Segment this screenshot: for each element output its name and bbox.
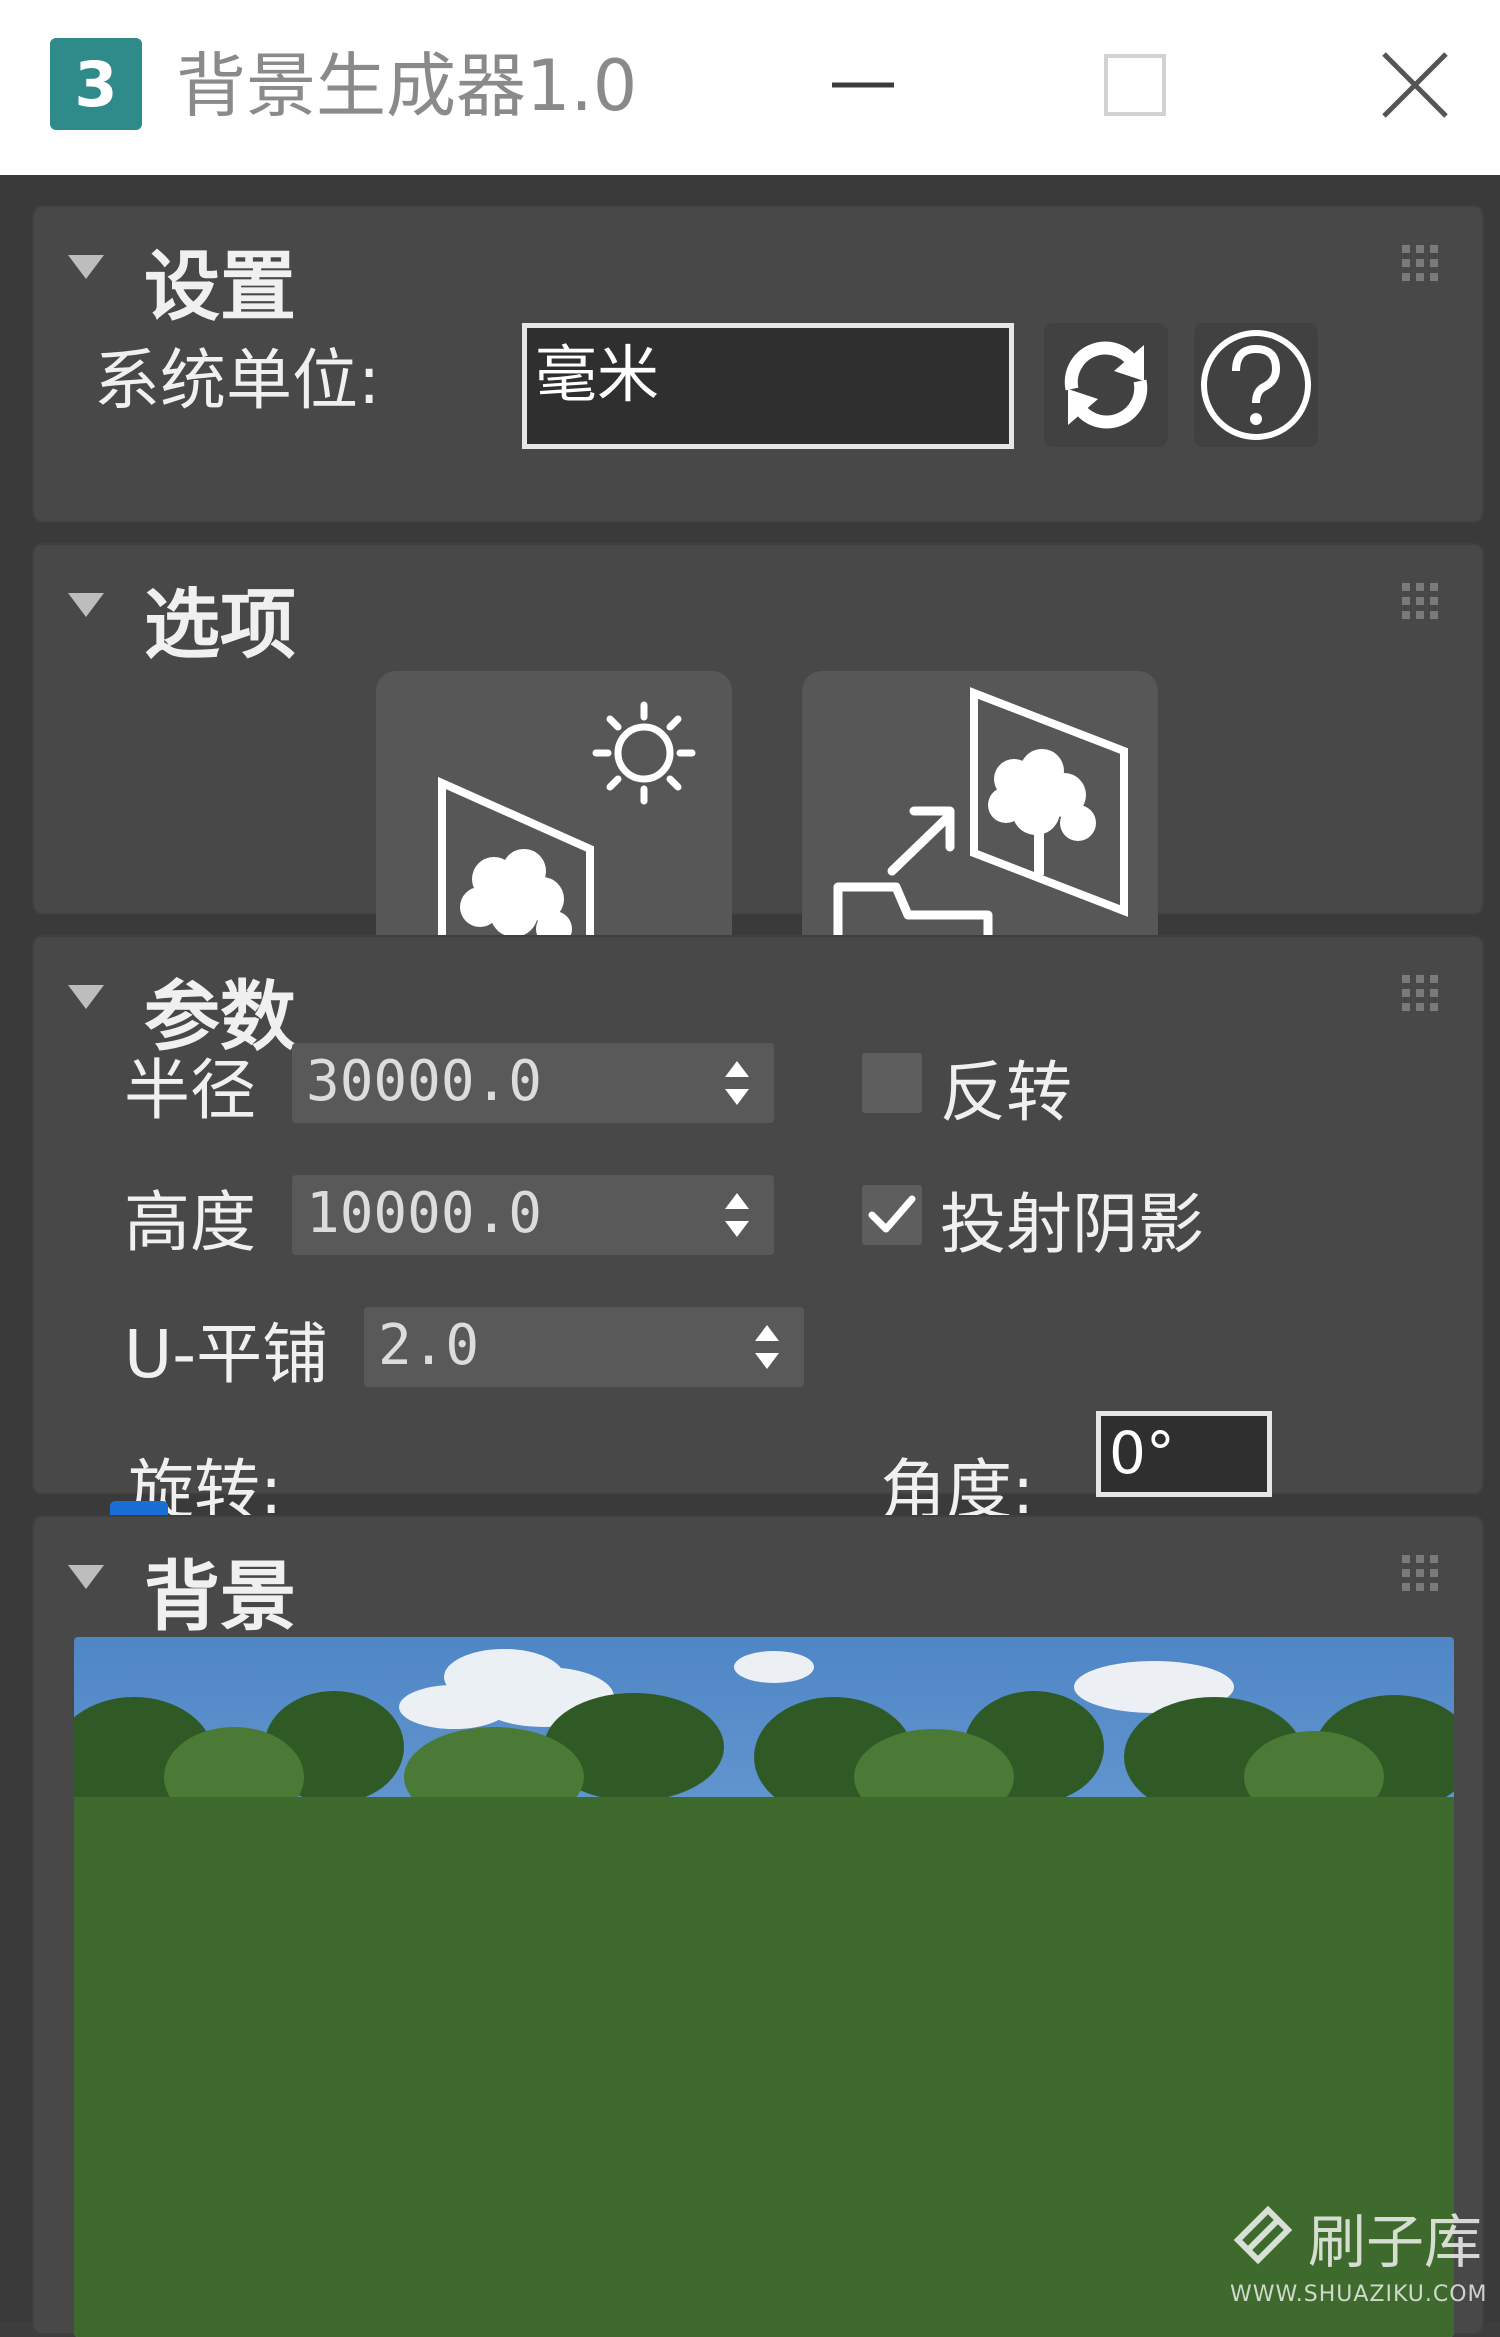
- help-icon: [1201, 330, 1311, 440]
- window-title: 背景生成器1.0: [176, 45, 638, 127]
- minimize-icon: [832, 82, 894, 88]
- u-tile-value: 2.0: [378, 1313, 480, 1378]
- spinner-arrows-icon[interactable]: [722, 1055, 752, 1111]
- collapse-arrow-icon: [68, 593, 104, 617]
- background-rollout-header[interactable]: 背景: [34, 1517, 1482, 1641]
- flip-checkbox[interactable]: [862, 1053, 922, 1113]
- options-rollout-header[interactable]: 选项: [34, 545, 1482, 669]
- watermark-url: WWW.SHUAZIKU.COM: [1230, 2282, 1488, 2307]
- u-tile-label: U-平铺: [124, 1316, 329, 1393]
- height-label: 高度: [124, 1184, 256, 1261]
- title-bar: 3 背景生成器1.0: [0, 0, 1500, 175]
- drag-grip-icon[interactable]: [1400, 581, 1440, 621]
- height-value: 10000.0: [306, 1181, 543, 1246]
- unit-label: 系统单位:: [94, 342, 381, 419]
- minimize-button[interactable]: [818, 40, 908, 130]
- maximize-button[interactable]: [1090, 40, 1180, 130]
- collapse-arrow-icon: [68, 1565, 104, 1589]
- settings-rollout: 设置 系统单位: 毫米: [32, 205, 1484, 523]
- help-button[interactable]: [1194, 323, 1318, 447]
- drag-grip-icon[interactable]: [1400, 243, 1440, 283]
- collapse-arrow-icon: [68, 255, 104, 279]
- spinner-arrows-icon[interactable]: [752, 1319, 782, 1375]
- radius-value: 30000.0: [306, 1049, 543, 1114]
- angle-field[interactable]: 0°: [1096, 1411, 1272, 1497]
- background-title: 背景: [144, 1552, 296, 1641]
- watermark-brand: 刷子库: [1308, 2208, 1483, 2276]
- spinner-arrows-icon[interactable]: [722, 1187, 752, 1243]
- settings-title: 设置: [144, 242, 296, 331]
- close-button[interactable]: [1370, 40, 1460, 130]
- radius-label: 半径: [124, 1052, 256, 1129]
- drag-grip-icon[interactable]: [1400, 973, 1440, 1013]
- refresh-icon: [1064, 341, 1148, 429]
- radius-spinner[interactable]: 30000.0: [292, 1043, 774, 1123]
- options-rollout: 选项: [32, 543, 1484, 1029]
- app-icon: 3: [50, 38, 142, 130]
- window-body: 设置 系统单位: 毫米 选项 参数 半径 30000.0 反转 高度 10000…: [0, 175, 1500, 2337]
- height-spinner[interactable]: 10000.0: [292, 1175, 774, 1255]
- refresh-button[interactable]: [1044, 323, 1168, 447]
- drag-grip-icon[interactable]: [1400, 1553, 1440, 1593]
- u-tile-spinner[interactable]: 2.0: [364, 1307, 804, 1387]
- brush-logo-icon: [1233, 2205, 1293, 2265]
- cast-shadow-checkbox[interactable]: [862, 1185, 922, 1245]
- check-icon: [868, 1195, 916, 1233]
- cast-shadow-label: 投射阴影: [940, 1186, 1204, 1263]
- close-icon: [1382, 52, 1448, 118]
- maximize-icon: [1104, 54, 1166, 116]
- options-title: 选项: [144, 580, 296, 669]
- unit-field[interactable]: 毫米: [522, 323, 1014, 449]
- flip-label: 反转: [940, 1054, 1072, 1131]
- settings-rollout-header[interactable]: 设置: [34, 207, 1482, 331]
- collapse-arrow-icon: [68, 985, 104, 1009]
